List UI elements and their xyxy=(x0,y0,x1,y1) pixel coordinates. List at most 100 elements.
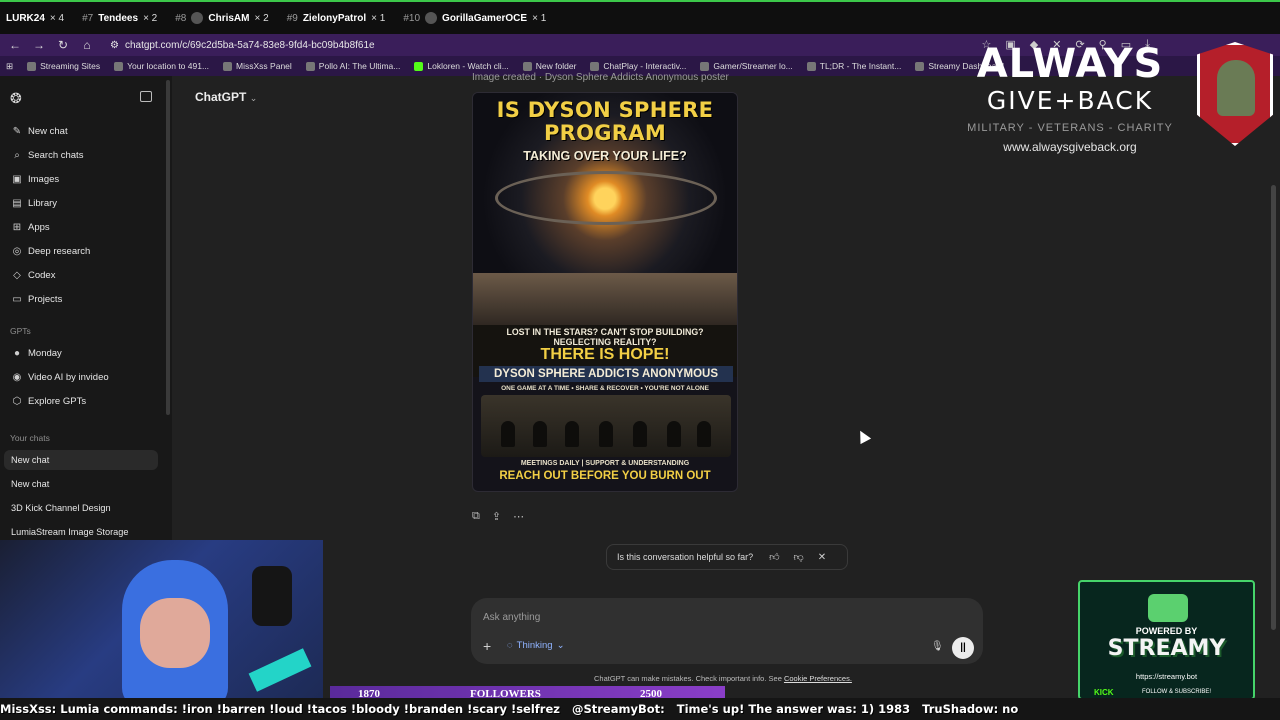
feedback-prompt: Is this conversation helpful so far? 👍︎ … xyxy=(606,544,848,570)
back-arrow-icon[interactable]: ← xyxy=(8,38,22,52)
leaderboard-rank: #8 xyxy=(175,12,187,24)
sidebar-item-codex[interactable]: ◇ Codex xyxy=(12,270,55,281)
leaderboard-name: Tendees xyxy=(98,12,139,24)
leaderboard-entry: #8 ChrisAM × 2 xyxy=(175,12,269,24)
home-icon[interactable]: ⌂ xyxy=(80,38,94,52)
sidebar-scrollbar[interactable] xyxy=(166,80,170,415)
bookmark-favicon-icon xyxy=(305,61,315,71)
sidebar-item-video-ai[interactable]: ◉ Video AI by invideo xyxy=(12,372,109,383)
address-bar[interactable]: ⚙ chatgpt.com/c/69c2d5ba-5a74-83e8-9fd4-… xyxy=(110,40,375,51)
microphone-icon xyxy=(252,566,292,626)
thumbs-down-icon[interactable]: 👎︎ xyxy=(794,551,804,563)
robot-icon xyxy=(1148,594,1188,622)
leaderboard-entry: #9 ZielonyPatrol × 1 xyxy=(287,13,386,24)
forward-arrow-icon[interactable]: → xyxy=(32,38,46,52)
silhouette xyxy=(633,421,647,447)
sidebar-item-search-chats[interactable]: ⌕ Search chats xyxy=(12,150,83,161)
sidebar-item-images[interactable]: ▣ Images xyxy=(12,174,59,185)
bookmark-item[interactable]: Your location to 491... xyxy=(114,61,209,71)
poster-subhead: TAKING OVER YOUR LIFE? xyxy=(523,149,687,163)
leaderboard-multiplier: × 1 xyxy=(532,12,547,24)
close-icon[interactable]: ✕ xyxy=(818,552,826,563)
sidebar-toggle-icon[interactable] xyxy=(140,91,152,102)
apps-grid-icon[interactable]: ⊞ xyxy=(6,61,13,72)
leaderboard-multiplier: × 2 xyxy=(254,12,269,24)
site-info-icon[interactable]: ⚙ xyxy=(110,40,119,51)
ticker-message: Time's up! The answer was: 1) 1983 xyxy=(676,702,911,716)
more-options-icon[interactable]: ⋯ xyxy=(513,510,524,523)
streamy-overlay: POWERED BY STREAMY https://streamy.bot K… xyxy=(1078,580,1255,700)
add-attachment-icon[interactable]: + xyxy=(483,638,491,654)
voice-mode-button[interactable]: || xyxy=(952,637,974,659)
bookmark-favicon-icon xyxy=(590,61,600,71)
sidebar-item-library[interactable]: ▤ Library xyxy=(12,198,57,209)
message-composer: + ◌Thinking⌄ 🎙︎ || xyxy=(471,598,983,664)
location-icon xyxy=(114,61,124,71)
reload-icon[interactable]: ↻ xyxy=(56,38,70,52)
leaderboard-rank: #7 xyxy=(82,12,94,24)
bookmark-item[interactable]: Gamer/Streamer lo... xyxy=(700,61,793,71)
silhouette xyxy=(533,421,547,447)
share-icon[interactable]: ⇪ xyxy=(492,510,501,523)
url-text: chatgpt.com/c/69c2d5ba-5a74-83e8-9fd4-bc… xyxy=(124,39,375,51)
charity-website: www.alwaysgiveback.org xyxy=(1003,140,1137,154)
sidebar-item-explore-gpts[interactable]: ⬡ Explore GPTs xyxy=(12,396,86,407)
chat-ticker: MissXss: Lumia commands: !iron !barren !… xyxy=(0,698,1280,720)
chat-history-item[interactable]: New chat xyxy=(4,474,158,494)
chat-history-item[interactable]: LumiaStream Image Storage xyxy=(4,522,158,542)
bookmark-favicon-icon xyxy=(915,61,925,71)
bookmark-item[interactable]: TL;DR - The Instant... xyxy=(806,61,901,71)
sidebar-item-apps[interactable]: ⊞ Apps xyxy=(12,222,50,233)
poster-group-name: DYSON SPHERE ADDICTS ANONYMOUS xyxy=(479,366,733,382)
search-icon: ⌕ xyxy=(14,150,20,161)
poster-hope-line: THERE IS HOPE! xyxy=(540,346,670,363)
thumbs-up-icon[interactable]: 👍︎ xyxy=(769,551,779,563)
leaderboard-multiplier: × 4 xyxy=(49,12,65,24)
chat-history-item[interactable]: 3D Kick Channel Design xyxy=(4,498,158,518)
folder-icon: ▭ xyxy=(12,294,22,305)
bookmark-item[interactable]: Streaming Sites xyxy=(27,61,100,71)
silhouette xyxy=(501,421,515,447)
chatgpt-logo-icon[interactable]: ❂ xyxy=(10,90,22,107)
sidebar-item-monday[interactable]: ● Monday xyxy=(12,348,62,359)
copy-icon[interactable]: ⧉ xyxy=(472,510,480,523)
poster-meetings-line: MEETINGS DAILY | SUPPORT & UNDERSTANDING xyxy=(520,460,690,467)
bookmark-item[interactable]: MissXss Panel xyxy=(223,61,292,71)
bookmark-item[interactable]: New folder xyxy=(522,61,576,71)
kick-favicon-icon xyxy=(414,61,424,71)
avatar xyxy=(191,12,204,24)
bookmark-item[interactable]: Pollo AI: The Ultima... xyxy=(305,61,400,71)
leaderboard-name: ChrisAM xyxy=(208,12,250,24)
cookie-preferences-link[interactable]: Cookie Preferences. xyxy=(784,674,852,683)
feedback-question: Is this conversation helpful so far? xyxy=(617,552,754,562)
charity-overlay: ALWAYS GIVE+BACK MILITARY - VETERANS - C… xyxy=(955,42,1275,154)
microphone-icon[interactable]: 🎙︎ xyxy=(931,641,944,652)
model-selector[interactable]: ChatGPT ⌄ xyxy=(195,90,257,104)
generated-poster-image[interactable]: IS DYSON SPHERE PROGRAM TAKING OVER YOUR… xyxy=(472,92,738,492)
led-light xyxy=(248,648,312,692)
silhouette xyxy=(565,421,579,447)
gpt-avatar-icon: ◉ xyxy=(12,372,22,383)
sidebar-item-deep-research[interactable]: ◎ Deep research xyxy=(12,246,91,257)
bookmark-item[interactable]: Lokloren - Watch cli... xyxy=(414,61,509,71)
silhouette xyxy=(599,421,613,447)
prompt-input[interactable] xyxy=(483,608,903,626)
bookmark-favicon-icon xyxy=(700,61,710,71)
ticker-message: MissXss: Lumia commands: !iron !barren !… xyxy=(0,702,560,716)
charity-tagline: MILITARY - VETERANS - CHARITY xyxy=(967,122,1173,134)
chat-history-item[interactable]: New chat xyxy=(4,450,158,470)
main-scrollbar[interactable] xyxy=(1271,185,1276,630)
compose-icon: ✎ xyxy=(12,126,22,137)
leaderboard-name: LURK24 xyxy=(6,12,45,24)
sidebar-item-new-chat[interactable]: ✎ New chat xyxy=(12,126,68,137)
kick-label: KICK xyxy=(1094,688,1114,697)
sidebar-item-projects[interactable]: ▭ Projects xyxy=(12,294,62,305)
poster-support-circle-art xyxy=(481,395,731,457)
poster-lost-line: LOST IN THE STARS? CAN'T STOP BUILDING? N… xyxy=(506,327,704,347)
bookmark-item[interactable]: ChatPlay - Interactiv... xyxy=(590,61,686,71)
disclaimer: ChatGPT can make mistakes. Check importa… xyxy=(594,674,852,683)
folder-icon xyxy=(27,61,37,71)
webcam-feed xyxy=(0,540,323,698)
thinking-mode-selector[interactable]: ◌ Thinking ⌄ xyxy=(507,640,565,651)
library-icon: ▤ xyxy=(12,198,22,209)
